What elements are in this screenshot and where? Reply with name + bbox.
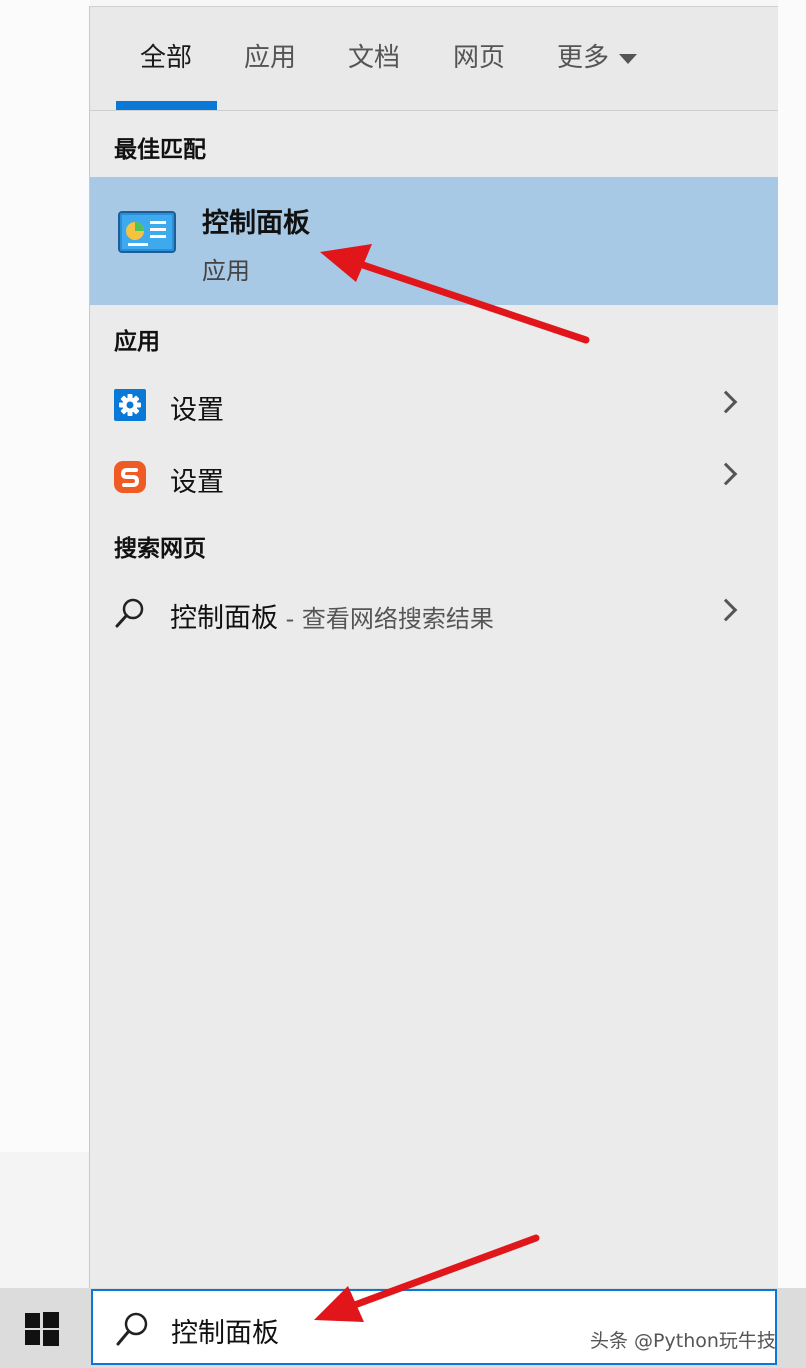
section-header-best-match: 最佳匹配 (114, 137, 206, 163)
watermark: 头条 @Python玩牛技 (590, 1330, 776, 1352)
chevron-right-icon[interactable] (714, 598, 738, 622)
web-search-label: 控制面板 - 查看网络搜索结果 (170, 596, 494, 635)
web-search-suffix: - 查看网络搜索结果 (278, 605, 494, 633)
taskbar: 控制面板 头条 @Python玩牛技 (0, 1288, 806, 1368)
web-search-result[interactable]: 控制面板 - 查看网络搜索结果 (90, 580, 778, 646)
sogou-s-icon (114, 461, 146, 493)
tab-apps[interactable]: 应用 (244, 37, 296, 74)
tab-bar: 全部 应用 文档 网页 更多 (90, 7, 778, 111)
tab-more[interactable]: 更多 (557, 37, 638, 74)
search-input[interactable]: 控制面板 (171, 1311, 279, 1350)
web-search-query: 控制面板 (170, 603, 278, 634)
section-header-apps: 应用 (114, 329, 160, 355)
active-tab-indicator (116, 101, 217, 110)
chevron-right-icon[interactable] (714, 390, 738, 414)
best-match-result[interactable]: 控制面板 应用 (90, 177, 778, 305)
tab-web[interactable]: 网页 (453, 37, 505, 74)
background-left-lower (0, 1152, 90, 1288)
chevron-right-icon[interactable] (714, 462, 738, 486)
section-header-web: 搜索网页 (114, 536, 206, 562)
app-result-sogou-settings[interactable]: 设置 (90, 444, 778, 510)
background-right (778, 0, 806, 1288)
windows-start-icon[interactable] (25, 1312, 59, 1346)
search-icon (116, 1312, 148, 1346)
control-panel-icon (118, 211, 176, 253)
app-result-settings[interactable]: 设置 (90, 372, 778, 438)
search-panel: 全部 应用 文档 网页 更多 最佳匹配 控制面板 应用 应用 设置 设置 搜索网… (89, 6, 778, 1288)
search-icon (115, 598, 144, 628)
app-result-settings-label: 设置 (170, 395, 224, 426)
background-left (0, 0, 90, 1152)
best-match-title: 控制面板 (202, 208, 310, 239)
best-match-subtitle: 应用 (202, 257, 250, 285)
tab-more-label: 更多 (557, 43, 610, 73)
app-result-sogou-label: 设置 (170, 467, 224, 498)
tab-all[interactable]: 全部 (140, 37, 192, 74)
caret-down-icon (619, 53, 638, 64)
tab-documents[interactable]: 文档 (348, 37, 400, 74)
gear-icon (114, 389, 146, 421)
